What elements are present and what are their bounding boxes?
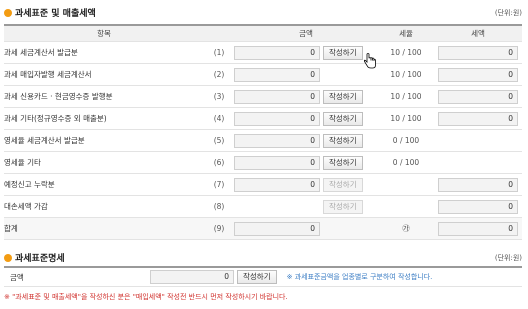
row-label: 과세 신용카드 · 현금영수증 발행분 xyxy=(4,85,204,108)
tax-input[interactable]: 0 xyxy=(438,199,518,214)
tax-input[interactable]: 0 xyxy=(438,177,518,192)
table-row: 과세 기타(정규영수증 외 매출분) (4) 0 작성하기 10 / 100 0 xyxy=(4,107,522,130)
rate-cell: 10 / 100 xyxy=(378,63,434,86)
tax-cell: 0 xyxy=(434,173,522,196)
section-title-tax-base: 과세표준 및 매출세액 xyxy=(4,6,96,19)
rate-cell: 10 / 100 xyxy=(378,41,434,64)
section-title-tax-detail: 과세표준명세 xyxy=(4,251,65,264)
row-label: 예정신고 누락분 xyxy=(4,173,204,196)
tax-cell xyxy=(434,151,522,174)
tax-input[interactable]: 0 xyxy=(438,111,518,126)
row-label: 과세 매입자발행 세금계산서 xyxy=(4,63,204,86)
amount-cell: 작성하기 xyxy=(234,195,378,218)
row-number: (7) xyxy=(204,173,234,196)
row-number: (9) xyxy=(204,217,234,240)
write-button: 작성하기 xyxy=(323,177,363,192)
write-button[interactable]: 작성하기 xyxy=(323,111,363,126)
amount-input[interactable]: 0 xyxy=(234,89,320,104)
tax-cell: 0 xyxy=(434,85,522,108)
row-label: 과세 세금계산서 발급분 xyxy=(4,41,204,64)
row-number: (8) xyxy=(204,195,234,218)
amount-input[interactable]: 0 xyxy=(234,67,320,82)
write-button[interactable]: 작성하기 xyxy=(323,89,363,104)
row-number: (2) xyxy=(204,63,234,86)
row-number: (5) xyxy=(204,129,234,152)
tax-input[interactable]: 0 xyxy=(438,89,518,104)
tax-detail-amount-input[interactable]: 0 xyxy=(150,270,234,284)
tax-detail-label: 금액 xyxy=(10,272,24,282)
amount-cell: 0 xyxy=(234,217,378,240)
tax-cell xyxy=(434,129,522,152)
rate-cell xyxy=(378,195,434,218)
header-item: 항목 xyxy=(4,24,204,42)
row-label: 과세 기타(정규영수증 외 매출분) xyxy=(4,107,204,130)
table-row: 영세율 세금계산서 발급분 (5) 0 작성하기 0 / 100 xyxy=(4,129,522,152)
rate-cell xyxy=(378,173,434,196)
amount-cell: 0 xyxy=(234,63,378,86)
header-tax: 세액 xyxy=(434,24,522,42)
tax-input[interactable]: 0 xyxy=(438,221,518,236)
section-title-text: 과세표준명세 xyxy=(15,254,65,264)
tax-input[interactable]: 0 xyxy=(438,45,518,60)
amount-input[interactable]: 0 xyxy=(234,155,320,170)
tax-detail-write-button[interactable]: 작성하기 xyxy=(237,270,277,284)
row-label: 영세율 기타 xyxy=(4,151,204,174)
tax-detail-note: ※ 과세표준금액을 업종별로 구분하여 작성합니다. xyxy=(286,273,433,281)
unit-label: (단위:원) xyxy=(494,9,522,17)
tax-input[interactable]: 0 xyxy=(438,67,518,82)
amount-cell: 0 작성하기 xyxy=(234,173,378,196)
table-row: 과세 매입자발행 세금계산서 (2) 0 10 / 100 0 xyxy=(4,63,522,86)
amount-cell: 0 작성하기 xyxy=(234,107,378,130)
row-label: 영세율 세금계산서 발급분 xyxy=(4,129,204,152)
tax-cell: 0 xyxy=(434,217,522,240)
header-amount: 금액 xyxy=(234,24,378,42)
amount-cell: 0 작성하기 xyxy=(234,151,378,174)
amount-input[interactable]: 0 xyxy=(234,133,320,148)
header-rate: 세율 xyxy=(378,24,434,42)
hand-cursor-icon xyxy=(363,53,376,69)
header-no xyxy=(204,24,234,42)
row-number: (3) xyxy=(204,85,234,108)
row-number: (4) xyxy=(204,107,234,130)
rate-cell: ㉮ xyxy=(378,217,434,240)
warning-text: ※ "과세표준 및 매출세액"을 작성하신 분은 "매입세액" 작성전 반드시 … xyxy=(4,293,288,301)
total-marker: ㉮ xyxy=(402,224,410,233)
amount-input[interactable]: 0 xyxy=(234,177,320,192)
tax-cell: 0 xyxy=(434,41,522,64)
amount-cell: 0 작성하기 xyxy=(234,129,378,152)
table-row: 과세 신용카드 · 현금영수증 발행분 (3) 0 작성하기 10 / 100 0 xyxy=(4,85,522,108)
section-title-text: 과세표준 및 매출세액 xyxy=(15,9,96,19)
bullet-icon xyxy=(4,253,12,262)
bullet-icon xyxy=(4,8,12,17)
row-number: (6) xyxy=(204,151,234,174)
rate-cell: 0 / 100 xyxy=(378,151,434,174)
tax-detail-row: 금액 0 작성하기 ※ 과세표준금액을 업종별로 구분하여 작성합니다. xyxy=(4,266,522,287)
write-button[interactable]: 작성하기 xyxy=(323,133,363,148)
amount-input[interactable]: 0 xyxy=(234,111,320,126)
tax-table: 항목 금액 세율 세액 과세 세금계산서 발급분 (1) 0 작성하기 10 / 100… xyxy=(4,24,522,240)
row-label: 합계 xyxy=(4,217,204,240)
rate-cell: 10 / 100 xyxy=(378,85,434,108)
table-row: 합계 (9) 0 ㉮ 0 xyxy=(4,217,522,240)
tax-cell: 0 xyxy=(434,63,522,86)
tax-cell: 0 xyxy=(434,107,522,130)
table-row: 예정신고 누락분 (7) 0 작성하기 0 xyxy=(4,173,522,196)
amount-cell: 0 작성하기 xyxy=(234,41,378,64)
table-row: 과세 세금계산서 발급분 (1) 0 작성하기 10 / 100 0 xyxy=(4,41,522,64)
write-button: 작성하기 xyxy=(323,199,363,214)
table-row: 영세율 기타 (6) 0 작성하기 0 / 100 xyxy=(4,151,522,174)
row-label: 대손세액 가감 xyxy=(4,195,204,218)
amount-cell: 0 작성하기 xyxy=(234,85,378,108)
tax-cell: 0 xyxy=(434,195,522,218)
unit-label: (단위:원) xyxy=(494,254,522,262)
row-number: (1) xyxy=(204,41,234,64)
table-row: 대손세액 가감 (8) 작성하기 0 xyxy=(4,195,522,218)
write-button[interactable]: 작성하기 xyxy=(323,155,363,170)
write-button[interactable]: 작성하기 xyxy=(323,45,363,60)
rate-cell: 10 / 100 xyxy=(378,107,434,130)
amount-input[interactable]: 0 xyxy=(234,45,320,60)
rate-cell: 0 / 100 xyxy=(378,129,434,152)
amount-input[interactable]: 0 xyxy=(234,221,320,236)
